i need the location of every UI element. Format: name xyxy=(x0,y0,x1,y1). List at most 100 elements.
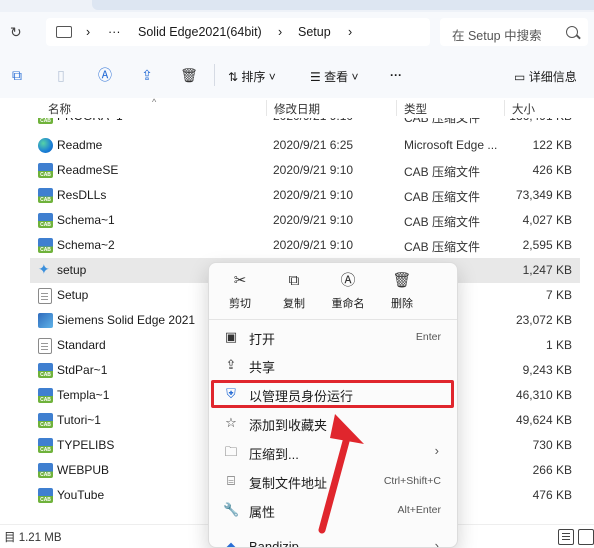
view-button[interactable]: ☰ 查看 ˅ xyxy=(310,68,358,85)
file-name: Schema~1 xyxy=(57,213,115,227)
menu-label: 压缩到... xyxy=(249,447,299,462)
details-view-icon[interactable] xyxy=(558,529,574,545)
refresh-icon[interactable]: ↻ xyxy=(10,24,26,40)
file-type: CAB 压缩文件 xyxy=(404,165,481,179)
column-type[interactable]: 类型 xyxy=(404,101,427,117)
file-size: 730 KB xyxy=(532,438,572,452)
breadcrumb-solid-edge[interactable]: Solid Edge2021(64bit) xyxy=(138,25,262,39)
menu-label: 属性 xyxy=(249,505,276,520)
chevron-right-icon: › xyxy=(434,443,439,458)
search-input[interactable]: 在 Setup 中搜索 xyxy=(440,18,588,46)
file-name: StdPar~1 xyxy=(57,363,108,377)
cab-icon xyxy=(38,438,53,453)
file-size: 2,595 KB xyxy=(522,238,572,252)
file-date: 2020/9/21 9:10 xyxy=(273,188,354,202)
breadcrumb-chevron[interactable]: › xyxy=(348,25,352,39)
file-size: 7 KB xyxy=(545,288,572,302)
file-size: 73,349 KB xyxy=(515,188,572,202)
zip-icon: 🗀 xyxy=(224,444,238,459)
rename-label: 重命名 xyxy=(331,298,365,310)
delete-icon: 🗑 xyxy=(392,272,412,289)
delete-button[interactable]: 🗑 删除 xyxy=(377,271,427,315)
more-button[interactable]: ··· xyxy=(390,68,402,82)
chevron-right-icon: › xyxy=(434,538,439,548)
cut-button[interactable]: ✂ 剪切 xyxy=(215,271,265,315)
delete-icon[interactable]: 🗑 xyxy=(180,66,198,84)
cab-icon xyxy=(38,388,53,403)
breadcrumb-chevron[interactable]: › xyxy=(278,25,282,39)
table-row[interactable]: Schema~2 2020/9/21 9:10 CAB 压缩文件 2,595 KB xyxy=(30,233,580,258)
rename-icon[interactable]: Ⓐ xyxy=(96,66,114,84)
file-type: Microsoft Edge ... xyxy=(404,138,498,152)
breadcrumb-chevron[interactable]: › xyxy=(86,25,90,39)
file-name: setup xyxy=(57,263,87,277)
selection-size: 目 1.21 MB xyxy=(4,532,62,544)
tiles-view-icon[interactable] xyxy=(578,529,594,545)
copy-icon: ⧉ xyxy=(288,272,300,289)
file-type: CAB 压缩文件 xyxy=(404,190,481,204)
cut-label: 剪切 xyxy=(229,298,251,310)
search-placeholder: 在 Setup 中搜索 xyxy=(452,29,542,43)
details-pane-icon: ▭ xyxy=(514,70,526,84)
cut-icon: ✂ xyxy=(233,272,247,289)
column-divider[interactable] xyxy=(266,100,267,116)
cab-icon xyxy=(38,188,53,203)
file-size: 49,624 KB xyxy=(515,413,572,427)
file-name: Schema~2 xyxy=(57,238,115,252)
file-name: Templa~1 xyxy=(57,388,110,402)
menu-shortcut: Ctrl+Shift+C xyxy=(383,475,441,487)
file-name: Readme xyxy=(57,138,103,152)
column-size[interactable]: 大小 xyxy=(512,101,535,117)
search-icon xyxy=(566,26,578,38)
computer-icon xyxy=(56,26,72,38)
table-row[interactable]: ReadmeSE 2020/9/21 9:10 CAB 压缩文件 426 KB xyxy=(30,158,580,183)
column-divider[interactable] xyxy=(504,100,505,116)
breadcrumb-overflow[interactable]: ··· xyxy=(108,25,121,39)
file-size: 1,247 KB xyxy=(522,263,572,277)
share-icon: ⇪ xyxy=(225,357,237,372)
document-icon xyxy=(38,338,52,354)
file-size: 1 KB xyxy=(545,338,572,352)
cut-icon[interactable]: ▯ xyxy=(52,66,70,84)
cab-icon xyxy=(38,238,53,253)
table-row[interactable]: Readme 2020/9/21 6:25 Microsoft Edge ... 12… xyxy=(30,133,580,158)
file-name: WEBPUB xyxy=(57,463,110,477)
address-bar[interactable]: › ··· Solid Edge2021(64bit) › Setup › xyxy=(46,18,430,46)
copy-button[interactable]: ⧉ 复制 xyxy=(269,271,319,315)
installer-icon xyxy=(38,313,53,328)
file-name: Setup xyxy=(57,288,89,302)
view-label: 查看 xyxy=(324,70,349,84)
file-type: CAB 压缩文件 xyxy=(404,215,481,229)
table-row[interactable]: Schema~1 2020/9/21 9:10 CAB 压缩文件 4,027 KB xyxy=(30,208,580,233)
details-label: 详细信息 xyxy=(528,70,577,84)
file-date: 2020/9/21 9:10 xyxy=(273,238,354,252)
breadcrumb-setup[interactable]: Setup xyxy=(298,25,331,39)
file-size: 4,027 KB xyxy=(522,213,572,227)
details-button[interactable]: ▭ 详细信息 xyxy=(514,68,577,85)
command-bar: ⧉ ▯ Ⓐ ⇪ 🗑 ⇅ 排序 ˅ ☰ 查看 ˅ ··· ▭ 详细信息 xyxy=(0,52,594,99)
menu-label: 共享 xyxy=(249,360,276,375)
rename-icon: Ⓐ xyxy=(340,272,356,289)
file-size: 476 KB xyxy=(532,488,572,502)
column-divider[interactable] xyxy=(396,100,397,116)
menu-item-open[interactable]: ▣ 打开 Enter xyxy=(213,323,453,351)
menu-item-share[interactable]: ⇪ 共享 xyxy=(213,351,453,379)
copy-label: 复制 xyxy=(283,298,305,310)
file-date: 2020/9/21 9:10 xyxy=(273,213,354,227)
sort-button[interactable]: ⇅ 排序 ˅ xyxy=(228,68,276,85)
column-header: 名称 ^ 修改日期 类型 大小 xyxy=(0,97,594,118)
file-name: Siemens Solid Edge 2021 xyxy=(57,313,196,327)
tab-remnant xyxy=(92,0,594,10)
setup-exe-icon xyxy=(38,261,53,278)
column-name[interactable]: 名称 xyxy=(48,101,71,117)
share-icon[interactable]: ⇪ xyxy=(138,66,156,84)
file-size: 23,072 KB xyxy=(515,313,572,327)
new-icon[interactable]: ⧉ xyxy=(8,66,26,84)
column-date[interactable]: 修改日期 xyxy=(274,101,320,117)
edge-icon xyxy=(38,138,53,153)
file-size: 122 KB xyxy=(532,138,572,152)
table-row[interactable]: ResDLLs 2020/9/21 9:10 CAB 压缩文件 73,349 KB xyxy=(30,183,580,208)
menu-shortcut: Enter xyxy=(415,331,441,343)
rename-button[interactable]: Ⓐ 重命名 xyxy=(323,271,373,315)
address-row: ↻ › ··· Solid Edge2021(64bit) › Setup › … xyxy=(0,12,594,52)
